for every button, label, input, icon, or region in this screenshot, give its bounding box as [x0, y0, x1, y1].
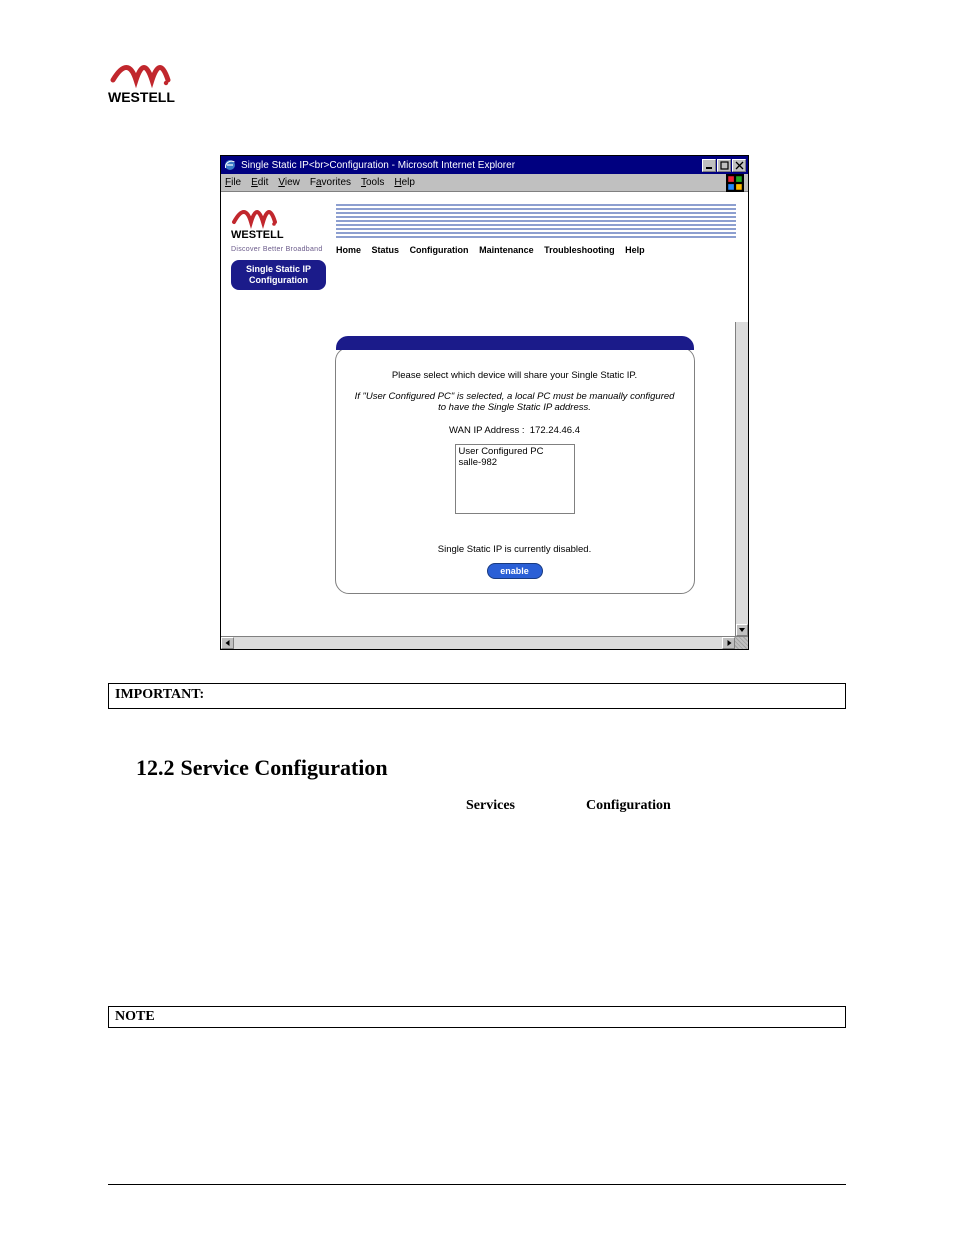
important-callout: IMPORTANT:: [108, 683, 846, 709]
config-panel: Please select which device will share yo…: [335, 347, 695, 594]
wan-ip-label: WAN IP Address :: [449, 425, 525, 436]
nav-home[interactable]: Home: [336, 245, 361, 255]
menu-favorites[interactable]: Favorites: [310, 177, 351, 188]
sidebar-active-item[interactable]: Single Static IP Configuration: [231, 260, 326, 290]
section-title: Service Configuration: [181, 755, 388, 780]
wan-ip-line: WAN IP Address : 172.24.46.4: [336, 425, 694, 436]
menu-tools[interactable]: Tools: [361, 177, 384, 188]
svg-text:WESTELL: WESTELL: [231, 229, 284, 241]
menu-file[interactable]: File: [225, 177, 241, 188]
nav-troubleshooting[interactable]: Troubleshooting: [544, 245, 615, 255]
nav-status[interactable]: Status: [372, 245, 400, 255]
browser-menubar: File Edit View Favorites Tools Help: [221, 174, 748, 192]
panel-header-bar: [336, 336, 694, 350]
scroll-left-button[interactable]: [221, 637, 234, 649]
footer-separator: [108, 1184, 846, 1185]
enable-button[interactable]: enable: [487, 563, 543, 579]
device-listbox[interactable]: User Configured PC salle-982: [455, 444, 575, 514]
scroll-right-button[interactable]: [722, 637, 735, 649]
wan-ip-value: 172.24.46.4: [530, 425, 580, 436]
note-label: NOTE: [115, 1009, 155, 1024]
section-number: 12.2: [136, 755, 175, 780]
menu-help[interactable]: Help: [394, 177, 415, 188]
window-minimize-button[interactable]: [702, 159, 716, 172]
ie-flag-icon: [726, 175, 744, 191]
word-configuration: Configuration: [586, 798, 671, 814]
router-page-header: WESTELL Discover Better Broadband: [221, 192, 748, 322]
browser-screenshot: Single Static IP<br>Configuration - Micr…: [220, 155, 749, 650]
scroll-track[interactable]: [234, 637, 722, 649]
menu-view[interactable]: View: [278, 177, 300, 188]
window-close-button[interactable]: [732, 159, 746, 172]
horizontal-scrollbar[interactable]: [221, 636, 748, 649]
svg-text:WESTELL: WESTELL: [108, 89, 175, 105]
listbox-option[interactable]: salle-982: [459, 458, 571, 469]
router-tagline: Discover Better Broadband: [231, 246, 323, 253]
browser-viewport: WESTELL Discover Better Broadband: [221, 192, 748, 636]
router-page-body: Please select which device will share yo…: [311, 347, 718, 630]
nav-maintenance[interactable]: Maintenance: [479, 245, 534, 255]
ie-app-icon: [223, 158, 237, 172]
router-westell-logo: WESTELL: [231, 198, 311, 243]
panel-note: If "User Configured PC" is selected, a l…: [336, 391, 694, 413]
page: WESTELL Single Static IP<br>Configuratio…: [0, 0, 954, 1235]
section-heading: 12.2Service Configuration: [136, 755, 388, 781]
panel-instruction: Please select which device will share yo…: [336, 370, 694, 381]
scroll-down-button[interactable]: [736, 624, 748, 636]
header-stripes: [336, 202, 736, 240]
status-text: Single Static IP is currently disabled.: [336, 544, 694, 555]
window-resize-grip[interactable]: [735, 637, 748, 649]
note-callout: NOTE: [108, 1006, 846, 1028]
window-maximize-button[interactable]: [717, 159, 731, 172]
menu-edit[interactable]: Edit: [251, 177, 268, 188]
window-title: Single Static IP<br>Configuration - Micr…: [241, 160, 702, 171]
important-label: IMPORTANT:: [115, 687, 204, 702]
window-titlebar: Single Static IP<br>Configuration - Micr…: [221, 156, 748, 174]
nav-configuration[interactable]: Configuration: [410, 245, 469, 255]
westell-logo: WESTELL: [108, 50, 198, 110]
word-services: Services: [466, 798, 515, 814]
router-nav: Home Status Configuration Maintenance Tr…: [336, 245, 653, 255]
nav-help[interactable]: Help: [625, 245, 645, 255]
